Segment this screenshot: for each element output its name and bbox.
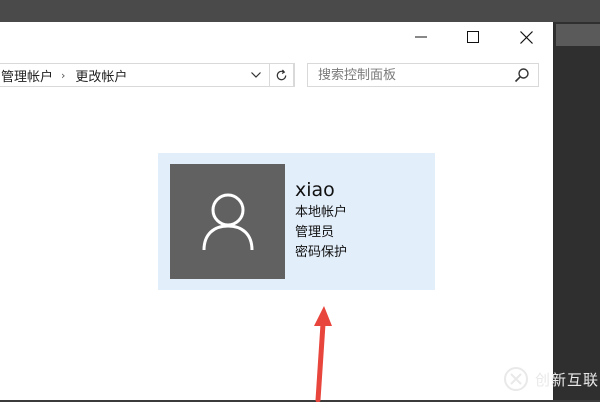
minimize-icon [415,36,427,38]
account-name: xiao [295,179,335,201]
search-box[interactable] [307,63,539,87]
avatar [170,164,285,279]
watermark-logo-icon [504,367,528,391]
account-card[interactable]: xiao 本地帐户 管理员 密码保护 [158,153,435,290]
chevron-right-icon[interactable]: › [61,69,65,82]
watermark-text: 创新互联 [535,370,600,389]
screen-top-strip [0,0,600,22]
chevron-down-icon [251,72,261,78]
control-panel-window: 管理帐户 › 更改帐户 xiao 本 [0,22,554,402]
search-input[interactable] [308,64,518,86]
breadcrumb-change-account[interactable]: 更改帐户 [73,66,129,85]
watermark: 创新互联 [500,358,600,400]
account-protection: 密码保护 [295,245,348,260]
refresh-button[interactable] [269,63,294,87]
account-type: 本地帐户 [295,205,348,220]
desktop-background [554,22,600,400]
breadcrumb: 管理帐户 › 更改帐户 [0,64,129,86]
account-info: xiao 本地帐户 管理员 密码保护 [295,179,347,263]
background-window-edge [556,24,600,46]
user-icon [202,193,253,250]
breadcrumb-manage-accounts[interactable]: 管理帐户 [0,66,55,85]
close-icon [519,30,533,44]
maximize-icon [467,31,479,43]
refresh-icon [276,69,287,80]
close-button[interactable] [503,22,549,52]
red-arrow-annotation [314,306,332,402]
address-bar[interactable]: 管理帐户 › 更改帐户 [0,63,295,87]
account-role: 管理员 [295,225,335,240]
minimize-button[interactable] [398,22,444,52]
maximize-button[interactable] [450,22,496,52]
address-dropdown-button[interactable] [246,65,266,85]
search-icon[interactable] [514,67,530,83]
